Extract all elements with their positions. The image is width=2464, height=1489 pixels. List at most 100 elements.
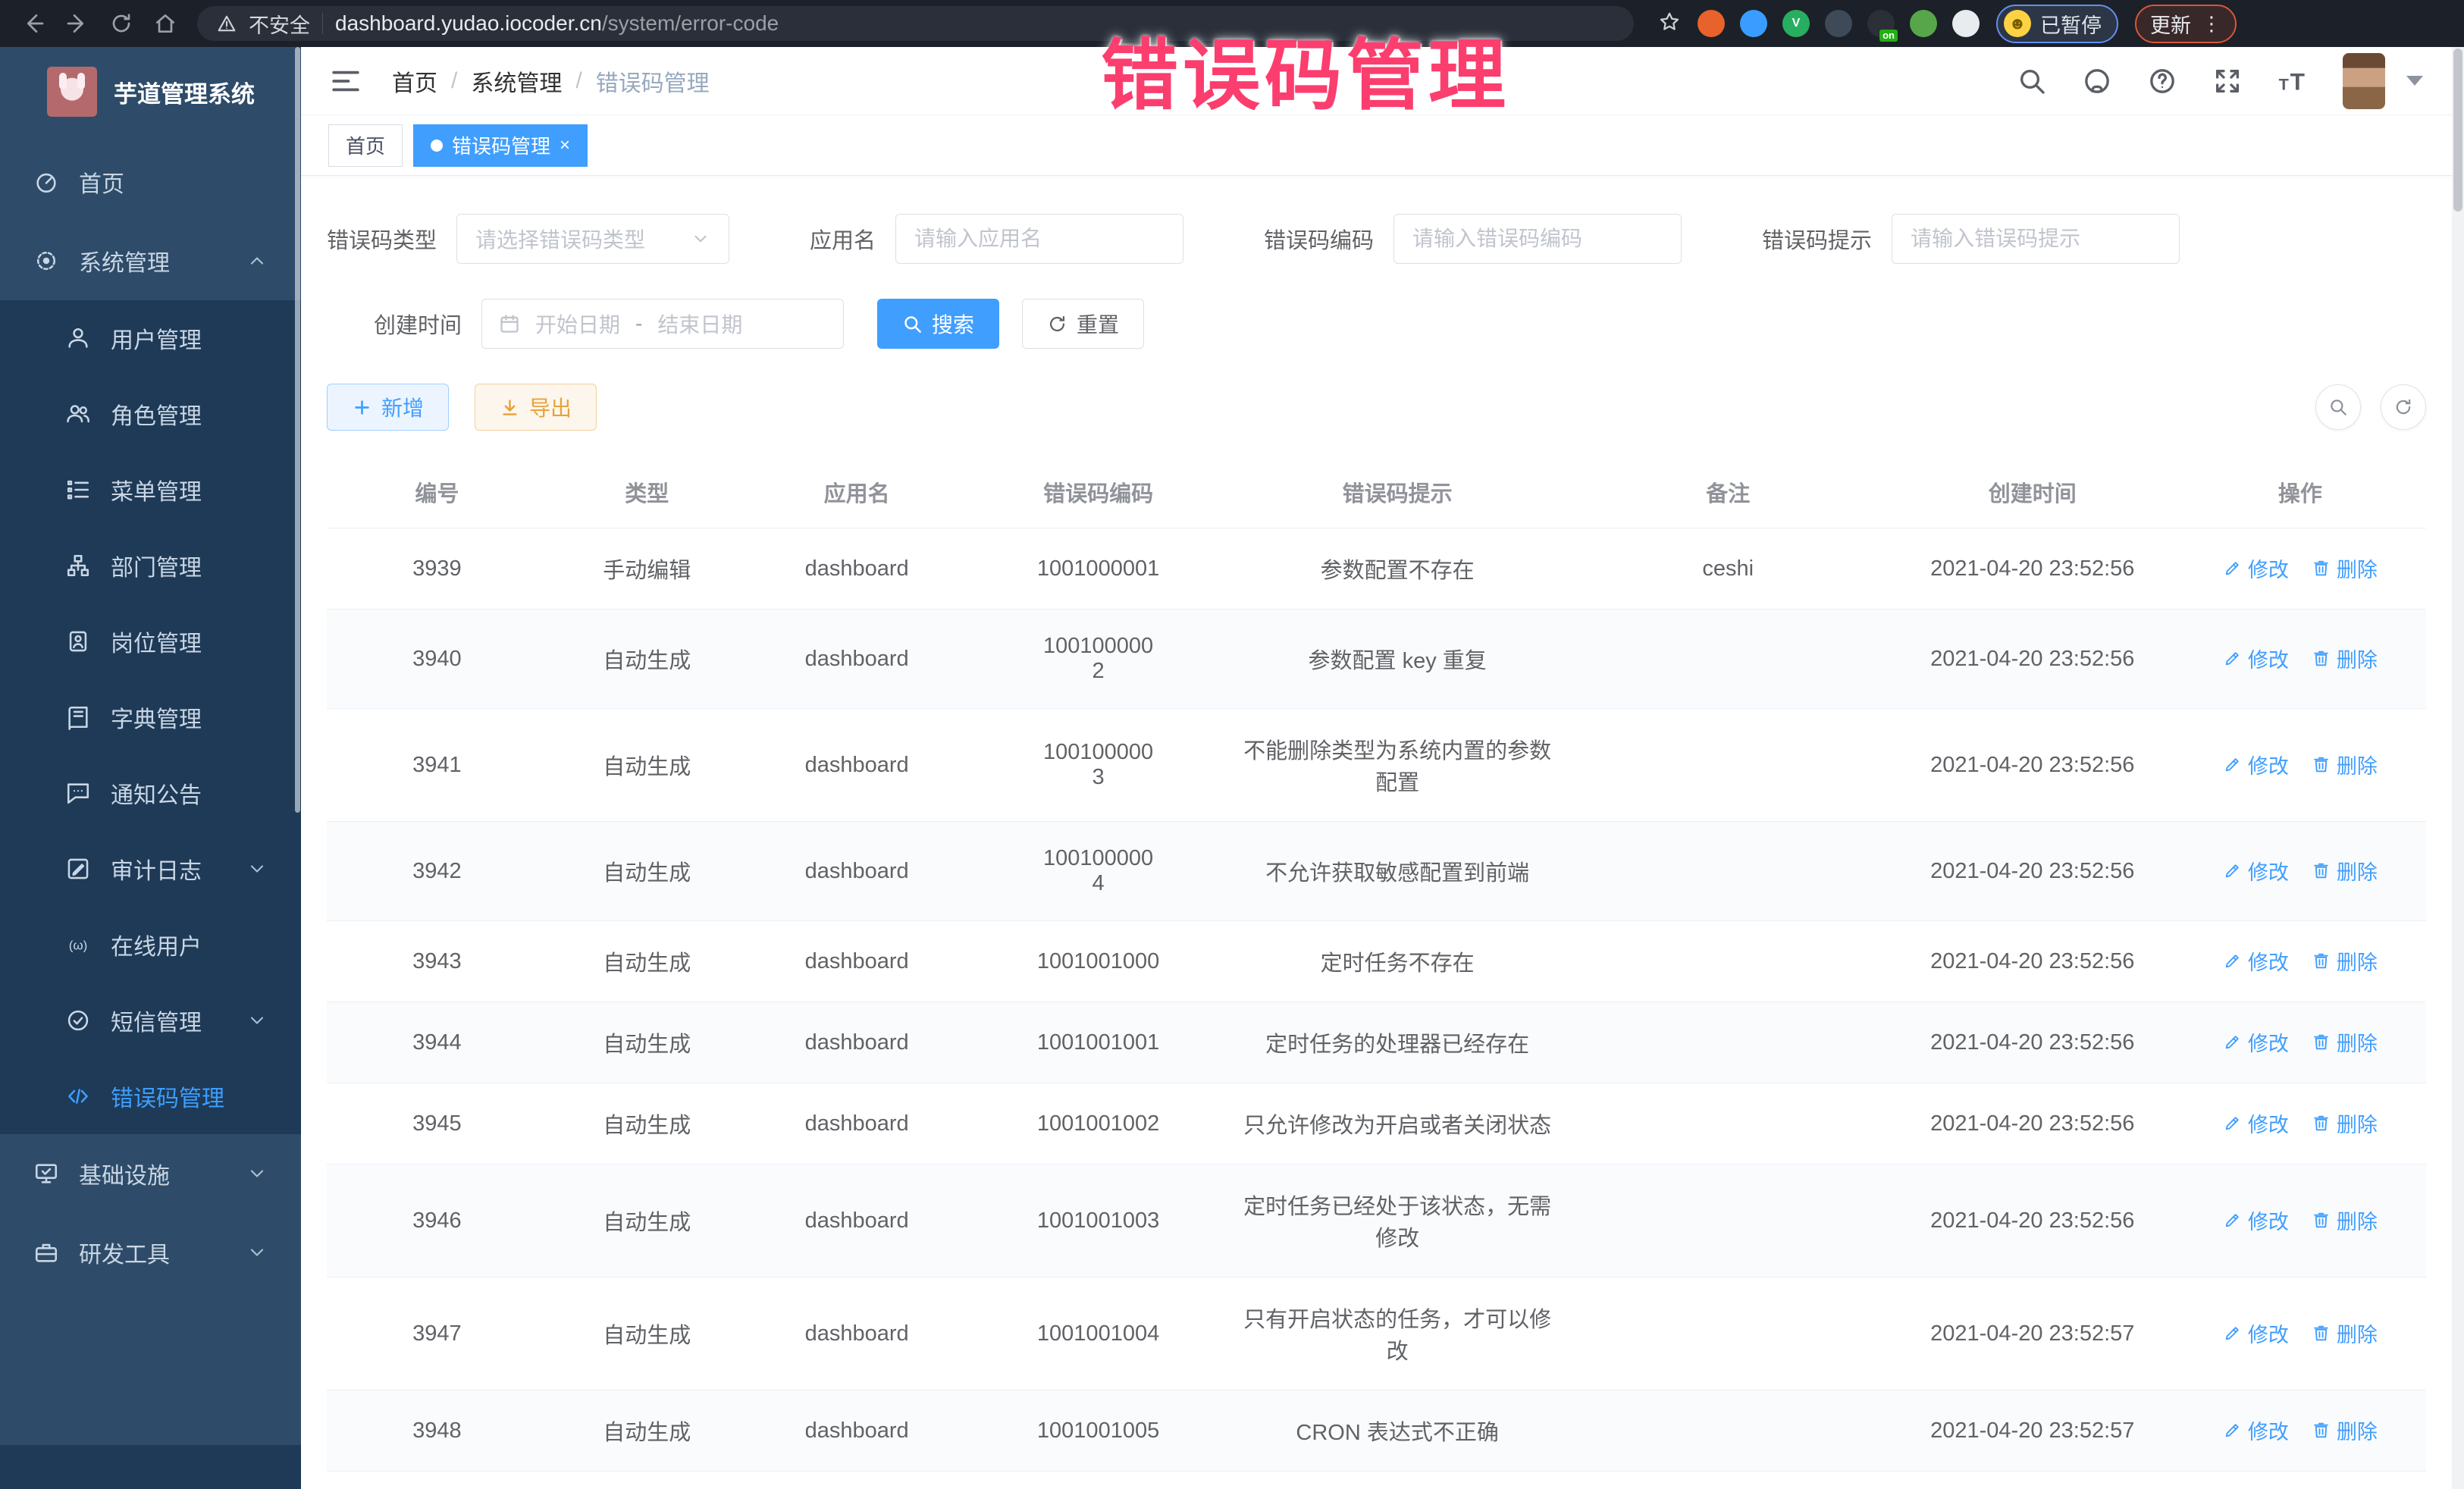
sidebar-item-sms[interactable]: 短信管理 <box>0 983 301 1058</box>
search-icon[interactable] <box>2017 66 2047 96</box>
cell-type: 自动生成 <box>547 822 747 921</box>
sidebar-item-infra[interactable]: 基础设施 <box>0 1134 301 1213</box>
delete-link[interactable]: 删除 <box>2312 1108 2378 1138</box>
search-icon <box>2328 397 2348 417</box>
app-name-input[interactable] <box>895 214 1183 264</box>
edit-link[interactable]: 修改 <box>2223 553 2289 583</box>
breadcrumb-home[interactable]: 首页 <box>392 64 437 98</box>
browser-home-icon[interactable] <box>146 4 185 43</box>
breadcrumb-system[interactable]: 系统管理 <box>471 64 562 98</box>
extension-icon[interactable] <box>1910 10 1937 37</box>
sidebar-item-online[interactable]: (ω)在线用户 <box>0 907 301 983</box>
caret-down-icon <box>246 858 268 879</box>
export-button[interactable]: 导出 <box>475 384 597 431</box>
extension-icon[interactable]: V <box>1782 10 1810 37</box>
error-code-input[interactable] <box>1393 214 1682 264</box>
caret-down-icon <box>246 1242 268 1263</box>
browser-back-icon[interactable] <box>14 4 53 43</box>
column-header: 错误码编码 <box>967 456 1230 528</box>
help-icon[interactable] <box>2147 66 2177 96</box>
sidebar-submenu: 用户管理角色管理菜单管理部门管理岗位管理字典管理通知公告审计日志(ω)在线用户短… <box>0 300 301 1134</box>
close-tab-icon[interactable]: × <box>560 136 570 155</box>
sidebar-item-label: 在线用户 <box>111 928 268 961</box>
delete-link[interactable]: 删除 <box>2312 750 2378 779</box>
search-button[interactable]: 搜索 <box>877 299 999 349</box>
error-hint-input[interactable] <box>1892 214 2180 264</box>
tab-error-code[interactable]: 错误码管理 × <box>413 124 588 167</box>
sidebar-item-role[interactable]: 角色管理 <box>0 376 301 452</box>
reset-button[interactable]: 重置 <box>1022 299 1144 349</box>
sidebar-toggle-icon[interactable] <box>330 65 362 97</box>
cell-code: 1001000003 <box>967 709 1230 822</box>
edit-link[interactable]: 修改 <box>2223 1415 2289 1445</box>
sidebar-item-dict[interactable]: 字典管理 <box>0 679 301 755</box>
edit-link[interactable]: 修改 <box>2223 644 2289 673</box>
delete-link[interactable]: 删除 <box>2312 553 2378 583</box>
edit-link[interactable]: 修改 <box>2223 1027 2289 1057</box>
fullscreen-icon[interactable] <box>2212 66 2243 96</box>
browser-update-button[interactable]: 更新 ⋮ <box>2135 5 2237 43</box>
delete-link[interactable]: 删除 <box>2312 1205 2378 1235</box>
browser-reload-icon[interactable] <box>102 4 141 43</box>
edit-link[interactable]: 修改 <box>2223 1108 2289 1138</box>
sidebar-item-errcode[interactable]: 错误码管理 <box>0 1058 301 1134</box>
edit-icon <box>2223 1033 2242 1052</box>
delete-link[interactable]: 删除 <box>2312 856 2378 886</box>
edit-link[interactable]: 修改 <box>2223 750 2289 779</box>
browser-profile-chip[interactable]: ☻ 已暂停 <box>1996 5 2118 43</box>
sidebar-item-system[interactable]: 系统管理 <box>0 221 301 300</box>
edit-icon <box>2223 951 2242 970</box>
sidebar-scrollbar-thumb[interactable] <box>295 47 300 813</box>
user-avatar[interactable] <box>2343 53 2385 109</box>
cell-app: dashboard <box>747 1277 967 1390</box>
sidebar-item-dev[interactable]: 研发工具 <box>0 1213 301 1292</box>
sidebar-item-label: 通知公告 <box>111 776 268 810</box>
sidebar-logo[interactable]: 芋道管理系统 <box>0 47 301 136</box>
cell-operations: 修改删除 <box>2174 822 2426 921</box>
sidebar-item-dept[interactable]: 部门管理 <box>0 528 301 603</box>
sidebar-item-menu[interactable]: 菜单管理 <box>0 452 301 528</box>
tab-home[interactable]: 首页 <box>328 124 403 167</box>
error-type-select[interactable]: 请选择错误码类型 <box>456 214 729 264</box>
window-scrollbar[interactable] <box>2452 47 2464 1489</box>
bookmark-star-icon[interactable] <box>1658 11 1681 37</box>
browser-menu-icon[interactable]: ⋮ <box>2202 12 2221 36</box>
table-row: 3945自动生成dashboard1001001002只允许修改为开启或者关闭状… <box>327 1083 2426 1165</box>
delete-link[interactable]: 删除 <box>2312 946 2378 976</box>
add-button[interactable]: 新增 <box>327 384 449 431</box>
sidebar-item-label: 首页 <box>79 165 268 199</box>
table-header-row: 编号类型应用名错误码编码错误码提示备注创建时间操作 <box>327 456 2426 528</box>
sidebar-item-user[interactable]: 用户管理 <box>0 300 301 376</box>
delete-link[interactable]: 删除 <box>2312 644 2378 673</box>
sidebar-item-audit[interactable]: 审计日志 <box>0 831 301 907</box>
refresh-table-button[interactable] <box>2381 384 2426 430</box>
sidebar-item-post[interactable]: 岗位管理 <box>0 603 301 679</box>
cell-time: 2021-04-20 23:52:56 <box>1891 1002 2174 1083</box>
url-separator <box>322 13 323 34</box>
extension-icon[interactable] <box>1698 10 1725 37</box>
sidebar-item-home[interactable]: 首页 <box>0 143 301 221</box>
extension-icon[interactable] <box>1825 10 1852 37</box>
cell-id: 3940 <box>327 610 547 709</box>
extension-icon[interactable]: on <box>1867 10 1895 37</box>
hide-search-button[interactable] <box>2315 384 2361 430</box>
delete-link[interactable]: 删除 <box>2312 1318 2378 1348</box>
edit-link[interactable]: 修改 <box>2223 1205 2289 1235</box>
edit-link[interactable]: 修改 <box>2223 856 2289 886</box>
user-menu-caret-icon[interactable] <box>2406 76 2423 86</box>
github-icon[interactable] <box>2082 66 2112 96</box>
edit-link[interactable]: 修改 <box>2223 946 2289 976</box>
scrollbar-thumb[interactable] <box>2453 49 2462 212</box>
edit-link[interactable]: 修改 <box>2223 1318 2289 1348</box>
sidebar-item-label: 系统管理 <box>79 244 227 277</box>
cell-remark <box>1566 822 1891 921</box>
font-size-icon[interactable]: TT <box>2277 66 2308 96</box>
delete-link[interactable]: 删除 <box>2312 1415 2378 1445</box>
delete-link[interactable]: 删除 <box>2312 1027 2378 1057</box>
cell-message: 定时任务不存在 <box>1230 921 1566 1002</box>
browser-forward-icon[interactable] <box>58 4 97 43</box>
sidebar-item-notice[interactable]: 通知公告 <box>0 755 301 831</box>
date-range-picker[interactable]: 开始日期 - 结束日期 <box>481 299 844 349</box>
extension-icon[interactable] <box>1952 10 1980 37</box>
extension-icon[interactable] <box>1740 10 1767 37</box>
